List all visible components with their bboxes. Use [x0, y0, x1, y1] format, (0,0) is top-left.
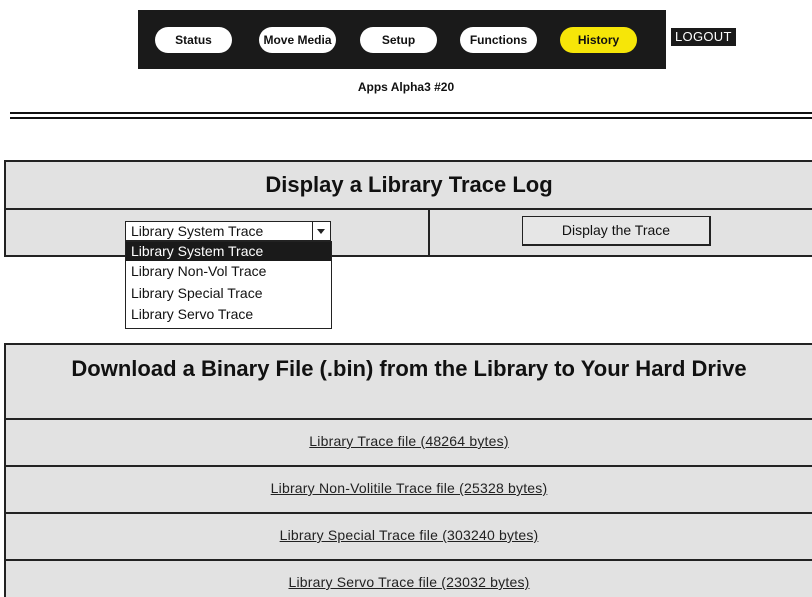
chevron-down-icon[interactable] [312, 222, 330, 240]
dropdown-option-servo-trace[interactable]: Library Servo Trace [126, 304, 331, 326]
dropdown-option-system-trace[interactable]: Library System Trace [126, 242, 331, 261]
nav-status-button[interactable]: Status [155, 27, 232, 53]
download-panel: Download a Binary File (.bin) from the L… [4, 343, 812, 597]
trace-type-dropdown-list: Library System Trace Library Non-Vol Tra… [125, 241, 332, 329]
download-panel-title: Download a Binary File (.bin) from the L… [6, 345, 812, 420]
download-row: Library Trace file (48264 bytes) [6, 420, 812, 467]
dropdown-option-nonvol-trace[interactable]: Library Non-Vol Trace [126, 261, 331, 283]
logout-button[interactable]: LOGOUT [671, 28, 736, 46]
download-row: Library Special Trace file (303240 bytes… [6, 514, 812, 561]
download-row: Library Non-Volitile Trace file (25328 b… [6, 467, 812, 514]
nav-functions-button[interactable]: Functions [460, 27, 537, 53]
display-trace-button[interactable]: Display the Trace [522, 216, 711, 246]
page: Status Move Media Setup Functions Histor… [0, 0, 812, 597]
column-divider [428, 210, 430, 257]
library-name: Apps Alpha3 #20 [357, 80, 455, 94]
download-trace-file-link[interactable]: Library Trace file (48264 bytes) [309, 433, 508, 449]
download-special-file-link[interactable]: Library Special Trace file (303240 bytes… [280, 527, 539, 543]
download-servo-file-link[interactable]: Library Servo Trace file (23032 bytes) [288, 574, 529, 590]
nav-move-media-button[interactable]: Move Media [259, 27, 336, 53]
nav-setup-button[interactable]: Setup [360, 27, 437, 53]
trace-type-select[interactable]: Library System Trace [125, 221, 331, 241]
nav-history-button[interactable]: History [560, 27, 637, 53]
dropdown-option-special-trace[interactable]: Library Special Trace [126, 283, 331, 305]
trace-panel-title: Display a Library Trace Log [6, 162, 812, 210]
download-row: Library Servo Trace file (23032 bytes) [6, 561, 812, 597]
download-nonvol-file-link[interactable]: Library Non-Volitile Trace file (25328 b… [271, 480, 548, 496]
trace-type-selected-value: Library System Trace [131, 223, 264, 239]
top-nav-bar: Status Move Media Setup Functions Histor… [138, 10, 666, 69]
double-divider [10, 112, 812, 119]
